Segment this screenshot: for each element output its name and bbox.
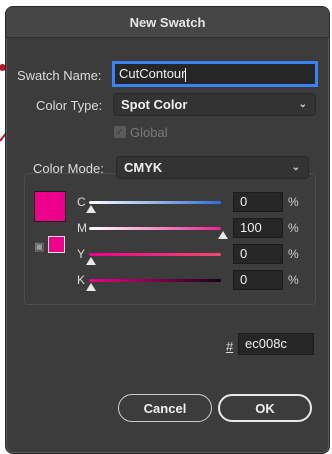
color-mode-label: Color Mode: xyxy=(33,161,104,176)
channel-m-label: M xyxy=(77,221,87,235)
channel-k-thumb[interactable] xyxy=(86,283,96,291)
hex-input[interactable]: ec008c xyxy=(238,333,314,355)
channel-y-label: Y xyxy=(77,247,86,261)
color-type-label: Color Type: xyxy=(36,98,103,113)
small-swatch[interactable] xyxy=(48,236,65,253)
chevron-down-icon: ⌄ xyxy=(298,99,307,110)
channel-m-input[interactable]: 100 xyxy=(233,218,283,238)
color-type-value: Spot Color xyxy=(121,97,188,112)
new-swatch-dialog: New Swatch Swatch Name: CutContour Color… xyxy=(5,6,330,454)
channel-c-label: C xyxy=(77,195,86,209)
global-label: Global xyxy=(130,125,168,140)
dialog-title: New Swatch xyxy=(6,7,329,38)
channel-k-input[interactable]: 0 xyxy=(233,270,283,290)
swatch-name-value: CutContour xyxy=(119,66,186,81)
channel-m-slider[interactable] xyxy=(89,227,221,230)
channel-m-unit: % xyxy=(288,221,299,235)
channel-k-slider[interactable] xyxy=(89,279,221,282)
hex-label: # xyxy=(226,339,234,354)
channel-k-unit: % xyxy=(288,273,299,287)
swatch-name-label: Swatch Name: xyxy=(17,68,102,83)
text-caret xyxy=(185,67,187,82)
channel-y-unit: % xyxy=(288,247,299,261)
channel-c-thumb[interactable] xyxy=(86,205,96,213)
color-mode-select[interactable]: CMYK ⌄ xyxy=(116,156,309,179)
channel-c-slider[interactable] xyxy=(89,201,221,204)
checkmark-icon: ✓ xyxy=(115,126,125,138)
channel-k-label: K xyxy=(77,273,86,287)
color-mode-value: CMYK xyxy=(124,160,163,175)
channel-c-input[interactable]: 0 xyxy=(233,192,283,212)
channel-c-unit: % xyxy=(288,195,299,209)
channel-y-input[interactable]: 0 xyxy=(233,244,283,264)
color-mode-group: Color Mode: CMYK ⌄ ▣ C 0 % M 100 % Y 0 %… xyxy=(24,156,316,305)
swatch-name-input[interactable]: CutContour xyxy=(114,63,316,85)
cube-icon[interactable]: ▣ xyxy=(34,240,44,253)
chevron-down-icon: ⌄ xyxy=(291,162,300,173)
cancel-button[interactable]: Cancel xyxy=(118,394,212,422)
global-checkbox[interactable]: ✓ xyxy=(114,126,126,138)
color-type-select[interactable]: Spot Color ⌄ xyxy=(113,93,316,116)
swatch-preview xyxy=(34,191,66,222)
channel-y-thumb[interactable] xyxy=(86,257,96,265)
channel-y-slider[interactable] xyxy=(89,253,221,256)
channel-m-thumb[interactable] xyxy=(218,231,228,239)
ok-button[interactable]: OK xyxy=(218,394,312,422)
